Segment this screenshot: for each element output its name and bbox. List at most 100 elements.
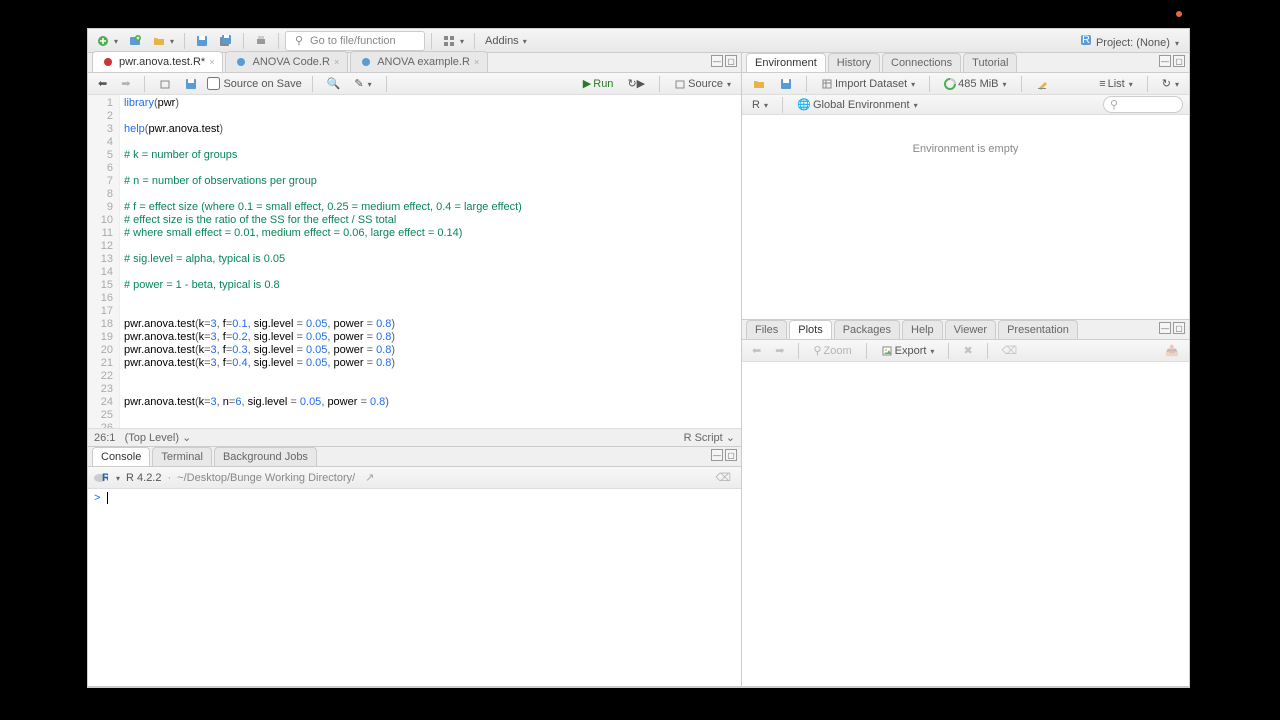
- tab-label: Viewer: [954, 324, 987, 336]
- source-on-save-checkbox[interactable]: Source on Save: [207, 77, 301, 90]
- import-dataset-button[interactable]: Import Dataset: [817, 76, 919, 92]
- tab-label: Packages: [843, 324, 891, 336]
- maximize-pane-button[interactable]: ▢: [725, 449, 737, 461]
- zoom-label: Zoom: [824, 345, 852, 357]
- rstudio-window: ⚲Go to file/function Addins R Project: (…: [87, 28, 1190, 688]
- console-tab[interactable]: Background Jobs: [214, 447, 317, 466]
- maximize-pane-button[interactable]: ▢: [1173, 55, 1185, 67]
- close-tab-button[interactable]: ×: [474, 57, 479, 67]
- open-file-button[interactable]: [148, 32, 178, 50]
- tab-label: Background Jobs: [223, 451, 308, 463]
- close-tab-button[interactable]: ×: [209, 57, 214, 67]
- forward-button[interactable]: ➡: [117, 75, 134, 92]
- r-session-dropdown[interactable]: [114, 472, 120, 484]
- export-button[interactable]: Export: [877, 343, 939, 359]
- minimize-pane-button[interactable]: —: [1159, 55, 1171, 67]
- lang-label[interactable]: R Script: [684, 432, 723, 444]
- view-mode-button[interactable]: ≡ List: [1095, 76, 1137, 92]
- maximize-pane-button[interactable]: ▢: [1173, 322, 1185, 334]
- separator: [474, 33, 475, 49]
- import-label: Import Dataset: [835, 78, 907, 90]
- tab-label: Console: [101, 451, 141, 463]
- separator: [243, 33, 244, 49]
- save-all-button[interactable]: [215, 32, 237, 50]
- environment-pane: EnvironmentHistoryConnections Tutorial —▢…: [742, 53, 1189, 320]
- env-content: Environment is empty: [742, 115, 1189, 319]
- console-tabbar: Console Terminal Background Jobs —▢: [88, 447, 741, 467]
- r-file-icon: [359, 55, 373, 69]
- project-label: Project: (None): [1096, 37, 1170, 49]
- source-tabbar: pwr.anova.test.R*×ANOVA Code.R×ANOVA exa…: [88, 53, 741, 73]
- tab-label: Plots: [798, 324, 822, 336]
- new-file-button[interactable]: [92, 32, 122, 50]
- remove-plot-button[interactable]: ✖: [959, 342, 976, 359]
- addins-label: Addins: [485, 35, 519, 47]
- source-dropdown-button[interactable]: Source: [670, 76, 735, 92]
- memory-usage[interactable]: 485 MiB: [940, 76, 1010, 92]
- cursor-position: 26:1: [94, 432, 115, 444]
- env-search-input[interactable]: ⚲: [1103, 96, 1183, 113]
- code-editor[interactable]: 1234567891011121314151617181920212223242…: [88, 95, 741, 428]
- rerun-button[interactable]: ↻▶: [623, 75, 649, 92]
- plot-area: [742, 362, 1189, 686]
- clear-env-button[interactable]: [1032, 76, 1052, 92]
- env-tab[interactable]: Connections: [882, 53, 961, 72]
- minimize-pane-button[interactable]: —: [711, 55, 723, 67]
- language-scope-button[interactable]: R: [748, 97, 772, 113]
- project-menu[interactable]: R Project: (None): [1073, 33, 1185, 49]
- tab-label: Tutorial: [972, 57, 1008, 69]
- r-logo-icon: R: [94, 471, 108, 485]
- minimize-pane-button[interactable]: —: [1159, 322, 1171, 334]
- minimize-pane-button[interactable]: —: [711, 449, 723, 461]
- run-button[interactable]: ▶ Run: [579, 75, 618, 92]
- close-tab-button[interactable]: ×: [334, 57, 339, 67]
- console-pane: Console Terminal Background Jobs —▢ R R 4.…: [88, 447, 741, 687]
- show-in-new-window-button[interactable]: [155, 76, 175, 92]
- wd-browse-button[interactable]: ↗: [361, 469, 378, 486]
- console-tab[interactable]: Terminal: [152, 447, 212, 466]
- save-workspace-button[interactable]: [776, 76, 796, 92]
- globe-icon: 🌐: [797, 98, 811, 112]
- misc-tab[interactable]: Presentation: [998, 320, 1078, 339]
- env-tab[interactable]: Tutorial: [963, 53, 1017, 72]
- prev-plot-button[interactable]: ⬅: [748, 342, 765, 359]
- save-button[interactable]: [191, 32, 213, 50]
- new-project-button[interactable]: [124, 32, 146, 50]
- save-source-button[interactable]: [181, 76, 201, 92]
- next-plot-button[interactable]: ➡: [771, 342, 788, 359]
- load-workspace-button[interactable]: [748, 75, 770, 93]
- env-tab[interactable]: History: [828, 53, 880, 72]
- source-tab[interactable]: ANOVA Code.R ×: [225, 51, 348, 72]
- r-version: R 4.2.2: [126, 472, 161, 484]
- r-file-icon: [101, 55, 115, 69]
- source-tab[interactable]: ANOVA example.R×: [350, 51, 488, 72]
- addins-button[interactable]: Addins: [481, 33, 531, 49]
- code-tools-button[interactable]: ✎: [350, 75, 375, 92]
- env-tab[interactable]: Environment: [746, 53, 826, 72]
- publish-button[interactable]: 📤: [1161, 342, 1183, 359]
- find-button[interactable]: 🔍: [323, 75, 345, 92]
- print-button[interactable]: [250, 32, 272, 50]
- misc-tab[interactable]: Files: [746, 320, 787, 339]
- source-tab[interactable]: pwr.anova.test.R*×: [92, 51, 223, 72]
- workspace-panes-button[interactable]: [438, 32, 468, 50]
- clear-plots-button[interactable]: ⌫: [998, 342, 1022, 359]
- scope-label[interactable]: (Top Level): [125, 432, 179, 444]
- console-tab[interactable]: Console: [92, 447, 150, 466]
- misc-tab[interactable]: Viewer: [945, 320, 996, 339]
- back-button[interactable]: ⬅: [94, 75, 111, 92]
- misc-tab[interactable]: Plots: [789, 320, 831, 339]
- zoom-button[interactable]: ⚲ Zoom: [809, 342, 855, 359]
- maximize-pane-button[interactable]: ▢: [725, 55, 737, 67]
- text-cursor: [107, 492, 108, 504]
- misc-tab[interactable]: Help: [902, 320, 943, 339]
- console-body[interactable]: >: [88, 489, 741, 686]
- clear-console-button[interactable]: ⌫: [711, 469, 735, 486]
- misc-tabbar: Files Plots Packages Help Viewer Presentation…: [742, 320, 1189, 340]
- tab-label: ANOVA Code.R: [252, 56, 329, 68]
- goto-file-input[interactable]: ⚲Go to file/function: [285, 31, 425, 51]
- misc-tab[interactable]: Packages: [834, 320, 900, 339]
- refresh-env-button[interactable]: ↻: [1158, 75, 1183, 92]
- misc-pane: Files Plots Packages Help Viewer Presentation…: [742, 320, 1189, 687]
- env-scope-button[interactable]: 🌐 Global Environment: [793, 96, 922, 114]
